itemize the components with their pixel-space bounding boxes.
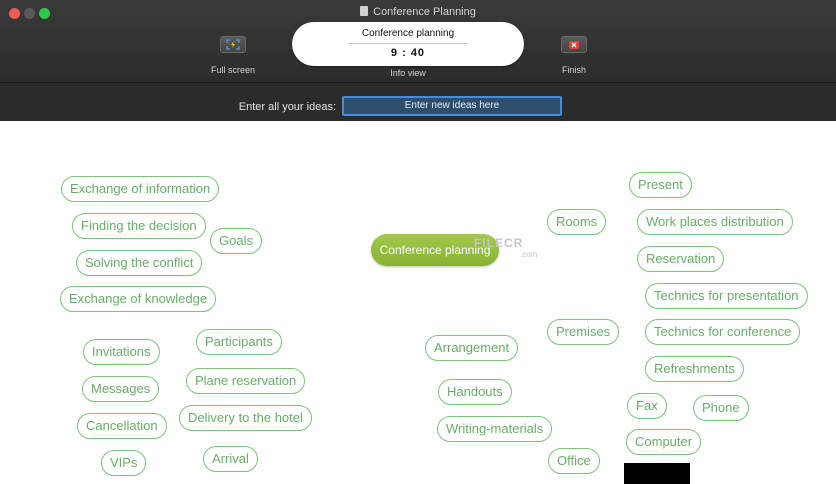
idea-node[interactable]: Handouts bbox=[438, 379, 512, 405]
idea-node[interactable]: Messages bbox=[82, 376, 160, 402]
window-title-text: Conference Planning bbox=[373, 6, 476, 18]
fullscreen-label: Full screen bbox=[210, 65, 255, 75]
idea-node[interactable]: Technics for presentation bbox=[645, 283, 808, 309]
watermark: FILECR bbox=[474, 236, 524, 250]
watermark-sub: .com bbox=[520, 250, 538, 259]
info-view-panel[interactable]: Conference planning 9 : 40 bbox=[292, 22, 524, 66]
idea-node[interactable]: Finding the decision bbox=[72, 213, 206, 239]
info-title: Conference planning bbox=[361, 28, 455, 39]
idea-node[interactable]: Goals bbox=[210, 228, 262, 254]
idea-node[interactable]: Technics for conference bbox=[645, 319, 801, 345]
fullscreen-icon[interactable] bbox=[220, 36, 246, 53]
idea-node[interactable]: Solving the conflict bbox=[76, 250, 203, 276]
idea-node[interactable]: Rooms bbox=[547, 209, 607, 235]
idea-node[interactable]: VIPs bbox=[101, 450, 147, 476]
idea-node[interactable]: Delivery to the hotel bbox=[179, 405, 312, 431]
window-titlebar: Conference Planning Full screen Conferen… bbox=[0, 0, 836, 82]
idea-node[interactable]: Refreshments bbox=[645, 356, 744, 382]
idea-input-label: Enter all your ideas: bbox=[238, 101, 336, 113]
finish-label: Finish bbox=[561, 65, 586, 75]
idea-node[interactable]: Plane reservation bbox=[186, 368, 306, 394]
finish-icon[interactable] bbox=[561, 36, 587, 53]
document-icon bbox=[360, 6, 369, 16]
idea-node[interactable]: Invitations bbox=[83, 339, 160, 365]
redaction-block bbox=[624, 463, 690, 484]
fullscreen-button[interactable]: Full screen bbox=[204, 36, 262, 75]
idea-node[interactable]: Present bbox=[629, 172, 692, 198]
idea-node[interactable]: Work places distribution bbox=[637, 209, 793, 235]
new-idea-input[interactable] bbox=[342, 96, 562, 116]
idea-node[interactable]: Office bbox=[548, 448, 600, 474]
idea-node[interactable]: Cancellation bbox=[77, 413, 167, 439]
idea-node[interactable]: Fax bbox=[627, 393, 667, 419]
idea-node[interactable]: Participants bbox=[196, 329, 282, 355]
idea-node[interactable]: Writing-materials bbox=[437, 416, 553, 442]
window-title: Conference Planning bbox=[0, 6, 836, 18]
idea-node[interactable]: Computer bbox=[626, 429, 702, 455]
idea-node[interactable]: Arrival bbox=[203, 446, 258, 472]
idea-input-bar: Enter all your ideas: bbox=[0, 82, 836, 121]
timer-display: 9 : 40 bbox=[390, 47, 426, 59]
idea-node[interactable]: Phone bbox=[693, 395, 749, 421]
finish-button[interactable]: Finish bbox=[546, 36, 602, 75]
info-divider bbox=[348, 43, 468, 44]
idea-node[interactable]: Exchange of information bbox=[61, 176, 220, 202]
idea-node[interactable]: Arrangement bbox=[425, 335, 519, 361]
info-view-label: Info view bbox=[390, 68, 426, 78]
idea-node[interactable]: Premises bbox=[547, 319, 620, 345]
idea-node[interactable]: Exchange of knowledge bbox=[60, 286, 217, 312]
idea-node[interactable]: Reservation bbox=[637, 246, 725, 272]
